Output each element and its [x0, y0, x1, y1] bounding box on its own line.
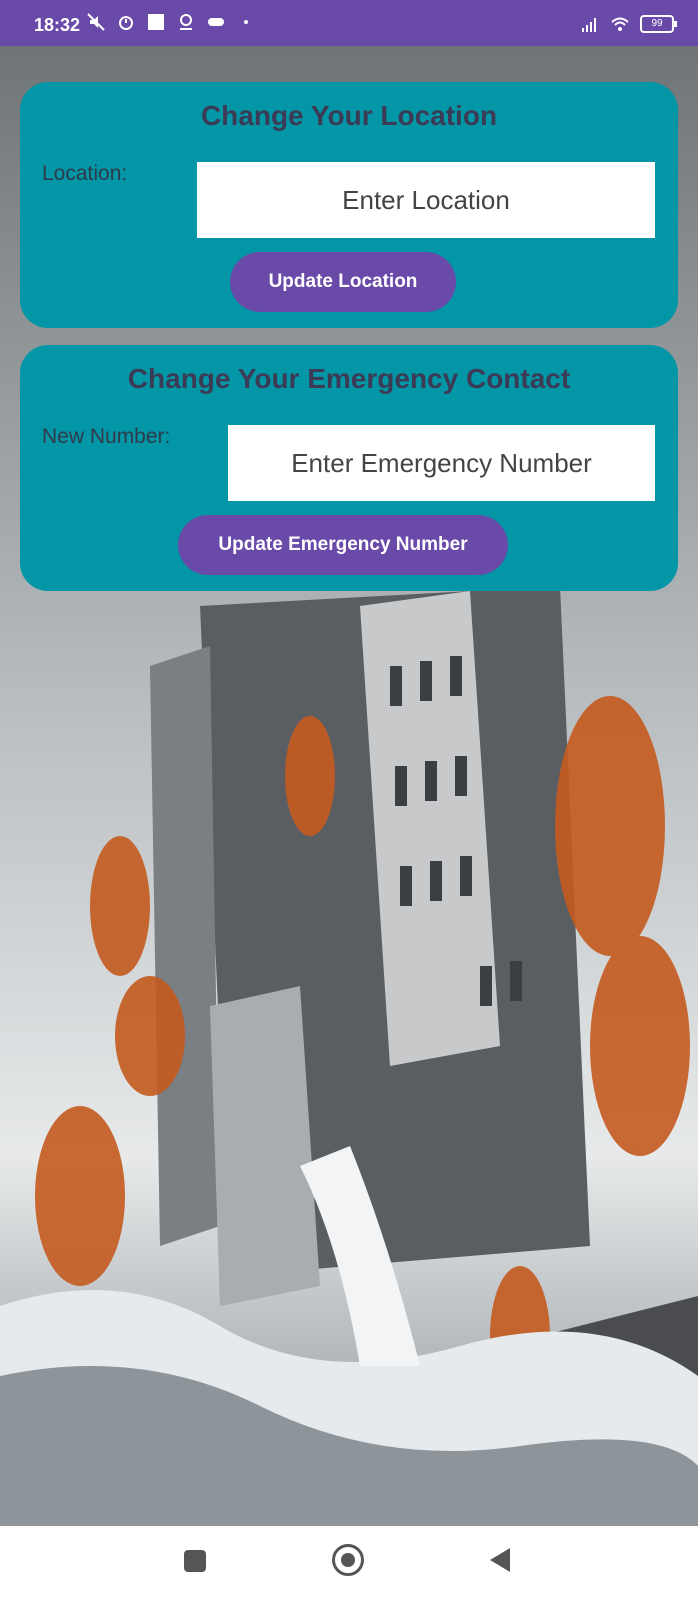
gamepad-icon: [208, 18, 224, 26]
battery-icon: 99: [640, 15, 677, 33]
new-number-label: New Number:: [42, 425, 171, 448]
location-input[interactable]: Enter Location: [197, 162, 655, 238]
status-time: 18:32: [34, 15, 81, 35]
home-icon[interactable]: [332, 1544, 364, 1576]
update-location-button[interactable]: Update Location: [230, 252, 456, 312]
status-bar: 18:32 99: [0, 0, 698, 46]
status-icons-left: [86, 12, 256, 32]
emergency-contact-card: Change Your Emergency Contact New Number…: [20, 345, 678, 591]
mute-icon: [87, 13, 105, 31]
location-card: Change Your Location Location: Enter Loc…: [20, 82, 678, 328]
dot-icon: [244, 20, 248, 24]
location-card-title: Change Your Location: [200, 100, 498, 131]
wifi-icon: [611, 17, 629, 31]
navigation-bar: [0, 1526, 698, 1600]
alarm-icon: [119, 16, 133, 30]
update-emergency-number-button[interactable]: Update Emergency Number: [178, 515, 508, 575]
status-icons-right: 99: [580, 14, 677, 34]
emergency-card-title: Change Your Emergency Contact: [127, 363, 571, 394]
location-icon: [180, 14, 192, 30]
signal-icon: [582, 18, 596, 32]
location-label: Location:: [42, 162, 128, 185]
square-icon: [148, 14, 164, 30]
recents-icon[interactable]: [184, 1550, 206, 1572]
back-icon[interactable]: [490, 1548, 510, 1572]
emergency-number-input[interactable]: Enter Emergency Number: [228, 425, 655, 501]
